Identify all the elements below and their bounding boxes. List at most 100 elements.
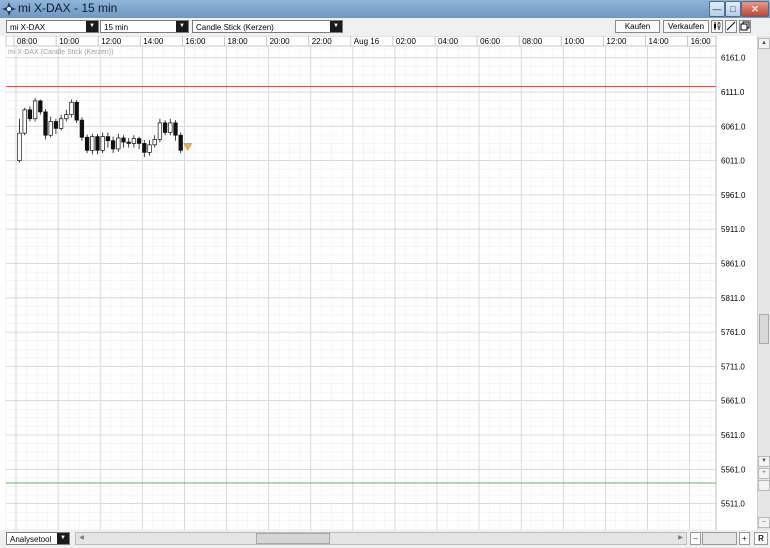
time-axis-labels: 08:00 10:00 12:00 14:00 16:00 18:00 20:00 22:00… [13, 36, 712, 46]
time-label: 10:00 [564, 37, 585, 46]
candle-body [121, 137, 126, 143]
line-tool-icon [726, 21, 736, 31]
chart-type-select[interactable]: Candle Stick (Kerzen) ▼ [192, 20, 343, 33]
chevron-down-icon[interactable]: ▼ [330, 21, 342, 32]
time-label: 06:00 [480, 37, 501, 46]
analysis-tool-select[interactable]: Analysetool ▼ [6, 532, 70, 545]
candle-body [152, 138, 157, 146]
time-label: 14:00 [143, 37, 164, 46]
sell-button[interactable]: Verkaufen [663, 20, 709, 33]
time-label: 12:00 [101, 37, 122, 46]
price-label: 5561.0 [721, 465, 746, 474]
price-chart[interactable]: 08:00 10:00 12:00 14:00 16:00 18:00 20:00 22:00… [0, 36, 757, 530]
close-button[interactable]: ✕ [741, 1, 769, 17]
candle-body [43, 111, 48, 136]
time-label: 04:00 [438, 37, 459, 46]
price-label: 5611.0 [721, 431, 745, 440]
chevron-up-icon: ▲ [761, 40, 767, 46]
plus-icon: + [762, 470, 766, 476]
buy-button[interactable]: Kaufen [615, 20, 660, 33]
minimize-button[interactable]: — [709, 1, 725, 17]
candle-body [173, 122, 178, 136]
candle-tool-button[interactable] [711, 20, 723, 33]
plus-icon: + [742, 534, 747, 543]
vertical-scrollbar[interactable]: ▲ ▼ + – [757, 36, 770, 530]
candle-body [136, 138, 142, 144]
chart-background [0, 36, 757, 530]
popout-button[interactable] [739, 20, 751, 33]
time-label: 08:00 [17, 37, 38, 46]
candle-body [17, 132, 22, 161]
window-title: mi X-DAX - 15 min [18, 1, 118, 15]
time-zoom-slider[interactable] [702, 532, 737, 545]
maximize-icon: □ [730, 4, 736, 14]
candle-body [162, 122, 168, 133]
chevron-down-icon: ▼ [761, 458, 767, 464]
price-label: 5511.0 [721, 500, 745, 509]
price-label: 6111.0 [721, 88, 745, 97]
chart-toolbar: mi X-DAX ▼ 15 min ▼ Candle Stick (Kerzen… [0, 18, 770, 36]
minus-icon: – [693, 534, 698, 543]
vertical-scroll-thumb[interactable] [759, 314, 769, 344]
time-label: Aug 16 [354, 37, 380, 46]
close-icon: ✕ [751, 4, 759, 14]
candle-body [131, 138, 137, 144]
time-label: 20:00 [270, 37, 291, 46]
time-label: 14:00 [649, 37, 670, 46]
minus-icon: – [762, 519, 766, 525]
horizontal-scrollbar[interactable]: ◀ ▶ [75, 532, 687, 545]
candle-body [74, 101, 79, 121]
time-label: 16:00 [691, 37, 712, 46]
price-label: 5811.0 [721, 294, 745, 303]
instrument-select[interactable]: mi X-DAX ▼ [6, 20, 99, 33]
interval-select[interactable]: 15 min ▼ [100, 20, 189, 33]
time-label: 22:00 [312, 37, 333, 46]
candle-tool-icon [714, 22, 721, 30]
draw-line-button[interactable] [725, 20, 737, 33]
chevron-down-icon[interactable]: ▼ [86, 21, 98, 32]
interval-value: 15 min [104, 23, 129, 32]
chevron-down-icon[interactable]: ▼ [57, 533, 69, 544]
maximize-button[interactable]: □ [725, 1, 741, 17]
instrument-value: mi X-DAX [10, 23, 46, 32]
scroll-down-button[interactable]: ▼ [758, 456, 770, 467]
scroll-left-icon[interactable]: ◀ [76, 533, 87, 544]
candle-body [95, 136, 100, 151]
candle-body [100, 136, 105, 151]
chart-legend: mi X-DAX (Candle Stick (Kerzen)) [8, 49, 113, 56]
time-label: 10:00 [59, 37, 80, 46]
price-label: 5711.0 [721, 362, 745, 371]
analysis-tool-value: Analysetool [10, 535, 52, 544]
reset-button[interactable]: R [754, 532, 768, 545]
app-logo-icon [2, 2, 16, 16]
scroll-right-icon[interactable]: ▶ [675, 533, 686, 544]
zoom-in-time-button[interactable]: + [739, 532, 750, 545]
vertical-zoom-slider[interactable] [758, 480, 770, 491]
candle-body [22, 109, 27, 134]
candle-body [116, 137, 121, 150]
candle-body [157, 122, 163, 140]
candle-body [64, 114, 69, 120]
price-label: 5861.0 [721, 260, 746, 269]
time-label: 08:00 [522, 37, 543, 46]
zoom-out-button[interactable]: – [758, 517, 770, 528]
zoom-in-button[interactable]: + [758, 468, 770, 479]
chevron-down-icon[interactable]: ▼ [176, 21, 188, 32]
candle-body [90, 136, 95, 151]
candle-body [110, 140, 116, 150]
price-label: 5911.0 [721, 225, 745, 234]
candle-body [105, 136, 111, 142]
candle-body [69, 101, 74, 115]
price-label: 5961.0 [721, 191, 746, 200]
title-bar: mi X-DAX - 15 min — □ ✕ [0, 0, 770, 18]
horizontal-scroll-thumb[interactable] [256, 533, 330, 544]
minimize-icon: — [712, 4, 722, 14]
time-label: 16:00 [185, 37, 206, 46]
price-label: 6061.0 [721, 122, 746, 131]
price-label: 6161.0 [721, 54, 746, 63]
price-label: 5761.0 [721, 328, 746, 337]
price-label: 5661.0 [721, 397, 746, 406]
zoom-out-time-button[interactable]: – [690, 532, 701, 545]
bottom-bar: Analysetool ▼ ◀ ▶ – + R [0, 530, 770, 548]
scroll-up-button[interactable]: ▲ [758, 38, 770, 49]
